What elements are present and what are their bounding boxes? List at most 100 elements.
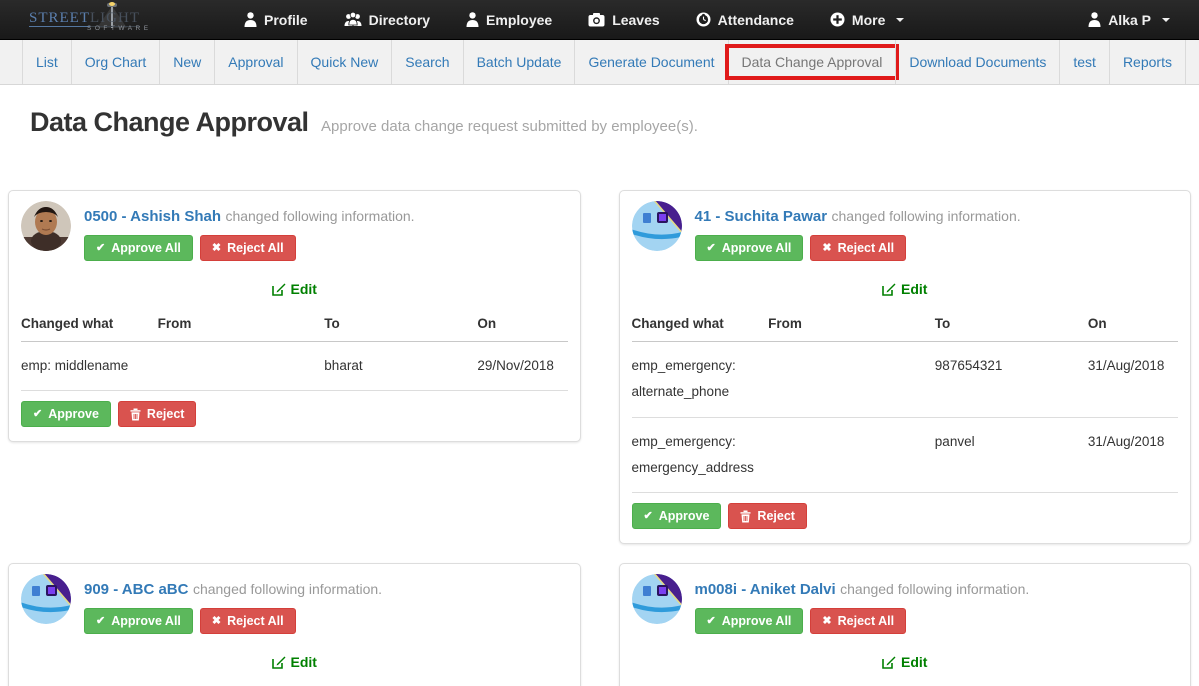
reject-all-button[interactable]: ✖ Reject All xyxy=(810,235,906,261)
col-header-from: From xyxy=(768,307,935,342)
tab-approval[interactable]: Approval xyxy=(214,40,296,84)
employee-name-link[interactable]: m008i - Aniket Dalvi xyxy=(695,581,836,598)
reject-all-button[interactable]: ✖ Reject All xyxy=(810,608,906,634)
user-icon xyxy=(1088,12,1101,27)
reject-button[interactable]: Reject xyxy=(118,401,197,427)
edit-link[interactable]: Edit xyxy=(882,654,927,670)
from-cell xyxy=(768,417,935,493)
edit-pencil-icon xyxy=(882,282,896,296)
to-cell: 987654321 xyxy=(935,342,1088,418)
camera-icon xyxy=(588,13,605,27)
employee-name-link[interactable]: 0500 - Ashish Shah xyxy=(84,208,221,225)
from-cell xyxy=(158,342,325,391)
page-header: Data Change Approval Approve data change… xyxy=(30,107,1169,138)
check-icon: ✔ xyxy=(96,243,105,254)
approve-all-button[interactable]: ✔ Approve All xyxy=(695,235,804,261)
reject-button[interactable]: Reject xyxy=(728,503,807,529)
tab-download-documents[interactable]: Download Documents xyxy=(895,40,1059,84)
col-header-from: From xyxy=(158,680,325,686)
reject-all-button[interactable]: ✖ Reject All xyxy=(200,608,296,634)
reject-all-button[interactable]: ✖ Reject All xyxy=(200,235,296,261)
chevron-down-icon xyxy=(896,18,904,22)
col-header-changed: Changed what xyxy=(632,307,769,342)
user-icon xyxy=(466,12,479,27)
approve-button[interactable]: ✔ Approve xyxy=(21,401,111,427)
employee-name-link[interactable]: 909 - ABC aBC xyxy=(84,581,188,598)
tab-reports[interactable]: Reports xyxy=(1109,40,1186,84)
brand-part3: SOFTWARE xyxy=(87,25,152,32)
tab-batch-update[interactable]: Batch Update xyxy=(463,40,575,84)
col-header-on: On xyxy=(477,680,567,686)
tab-quick-new[interactable]: Quick New xyxy=(297,40,392,84)
users-group-icon xyxy=(344,12,362,27)
plus-circle-icon xyxy=(830,12,845,27)
chevron-down-icon xyxy=(1162,18,1170,22)
cross-icon: ✖ xyxy=(212,243,221,254)
nav-item-label: Leaves xyxy=(612,12,659,28)
user-menu[interactable]: Alka P xyxy=(1074,0,1184,40)
tab-data-change-approval[interactable]: Data Change Approval xyxy=(728,40,896,84)
check-icon: ✔ xyxy=(707,616,716,627)
changed-info-text: changed following information. xyxy=(193,581,382,597)
tab-new[interactable]: New xyxy=(159,40,214,84)
approve-all-button[interactable]: ✔ Approve All xyxy=(84,608,193,634)
tab-org-chart[interactable]: Org Chart xyxy=(71,40,159,84)
nav-item-label: Attendance xyxy=(718,12,794,28)
col-header-on: On xyxy=(1088,307,1178,342)
changes-table: Changed what From To On emp: firstname A… xyxy=(21,680,568,686)
nav-item-leaves[interactable]: Leaves xyxy=(574,0,673,40)
check-icon: ✔ xyxy=(707,243,716,254)
check-icon: ✔ xyxy=(96,616,105,627)
on-cell: 29/Nov/2018 xyxy=(477,342,567,391)
cross-icon: ✖ xyxy=(822,616,831,627)
page-subtitle: Approve data change request submitted by… xyxy=(321,118,698,135)
col-header-changed: Changed what xyxy=(21,680,158,686)
employee-avatar-default xyxy=(632,574,682,624)
nav-item-attendance[interactable]: Attendance xyxy=(682,0,808,40)
cross-icon: ✖ xyxy=(212,616,221,627)
nav-item-label: Profile xyxy=(264,12,308,28)
changed-info-text: changed following information. xyxy=(832,208,1021,224)
change-request-card: 41 - Suchita Pawar changed following inf… xyxy=(619,190,1192,544)
col-header-to: To xyxy=(935,307,1088,342)
change-row: emp_emergency: emergency_address panvel … xyxy=(632,417,1179,493)
changed-info-text: changed following information. xyxy=(840,581,1029,597)
changes-table: Changed what From To On emp: middlename … xyxy=(21,307,568,391)
nav-item-label: Employee xyxy=(486,12,552,28)
change-request-card: m008i - Aniket Dalvi changed following i… xyxy=(619,563,1192,686)
edit-pencil-icon xyxy=(272,655,286,669)
edit-pencil-icon xyxy=(882,655,896,669)
to-cell: bharat xyxy=(324,342,477,391)
approve-button[interactable]: ✔ Approve xyxy=(632,503,722,529)
changed-info-text: changed following information. xyxy=(225,208,414,224)
employee-name-link[interactable]: 41 - Suchita Pawar xyxy=(695,208,828,225)
edit-link[interactable]: Edit xyxy=(272,654,317,670)
user-icon xyxy=(244,12,257,27)
nav-item-employee[interactable]: Employee xyxy=(452,0,566,40)
approve-all-button[interactable]: ✔ Approve All xyxy=(695,608,804,634)
nav-item-profile[interactable]: Profile xyxy=(230,0,322,40)
edit-link[interactable]: Edit xyxy=(272,281,317,297)
nav-item-label: Directory xyxy=(369,12,430,28)
check-icon: ✔ xyxy=(644,511,653,522)
tab-list[interactable]: List xyxy=(22,40,71,84)
col-header-on: On xyxy=(477,307,567,342)
employee-avatar-default xyxy=(632,201,682,251)
tab-generate-document[interactable]: Generate Document xyxy=(574,40,727,84)
tab-search[interactable]: Search xyxy=(391,40,462,84)
changed-what-cell: emp: middlename xyxy=(21,342,158,391)
approve-all-button[interactable]: ✔ Approve All xyxy=(84,235,193,261)
streetlight-logo[interactable]: StreetLight SOFTWARE xyxy=(29,0,194,40)
from-cell xyxy=(768,342,935,418)
tab-test[interactable]: test xyxy=(1059,40,1109,84)
nav-item-more[interactable]: More xyxy=(816,0,918,40)
col-header-to: To xyxy=(324,307,477,342)
edit-link[interactable]: Edit xyxy=(882,281,927,297)
nav-item-directory[interactable]: Directory xyxy=(330,0,444,40)
col-header-on: On xyxy=(1088,680,1178,686)
change-request-cards: 0500 - Ashish Shah changed following inf… xyxy=(8,190,1191,686)
main-menu: Profile Directory Employee Leaves Attend… xyxy=(230,0,918,40)
change-row: emp: middlename bharat 29/Nov/2018 xyxy=(21,342,568,391)
page-title: Data Change Approval xyxy=(30,107,309,137)
changes-table: Changed what From To On emp: functional_… xyxy=(632,680,1179,686)
